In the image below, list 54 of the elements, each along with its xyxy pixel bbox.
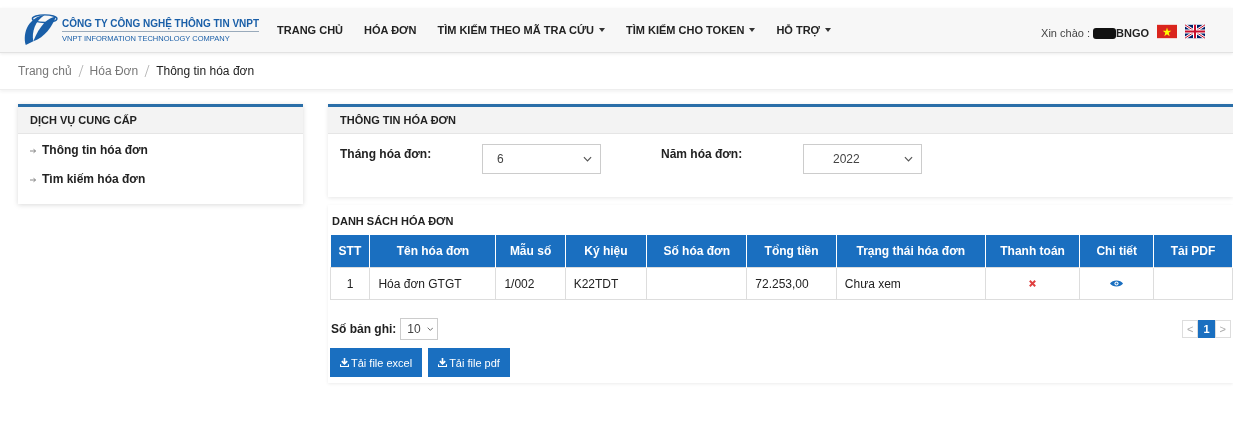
separator-icon — [144, 65, 151, 77]
list-title: DANH SÁCH HÓA ĐƠN — [331, 214, 455, 229]
table-cell: 1 — [330, 267, 370, 300]
page-size-select[interactable]: 10 — [400, 318, 439, 340]
chevron-icon — [583, 156, 592, 162]
user-name: BNGO — [1116, 27, 1149, 39]
table-cell: 1/002 — [495, 267, 566, 300]
download-icon — [438, 358, 448, 367]
page-link[interactable]: 1 — [1198, 320, 1215, 338]
column-header: Trạng thái hóa đơn — [836, 235, 986, 268]
vietnam-flag-icon[interactable] — [1157, 23, 1177, 39]
chevron-icon — [904, 156, 913, 162]
redaction-mark — [1093, 27, 1116, 39]
breadcrumb-link[interactable]: Trang chủ — [18, 64, 72, 78]
uk-flag-icon[interactable] — [1185, 23, 1205, 39]
page-size-label: Số bản ghi: — [331, 322, 397, 336]
eye-icon[interactable] — [1110, 279, 1124, 288]
panel-title: THÔNG TIN HÓA ĐƠN — [328, 107, 1233, 134]
panel-title: DỊCH VỤ CUNG CẤP — [18, 107, 303, 134]
greeting-label: Xin chào : — [1041, 27, 1090, 39]
column-header: Chi tiết — [1079, 235, 1154, 268]
download-button[interactable]: Tải file pdf — [428, 348, 510, 377]
download-icon — [340, 358, 349, 367]
arrow-icon — [30, 177, 37, 183]
sidebar-item[interactable]: Tìm kiếm hóa đơn — [18, 163, 303, 192]
nav-link[interactable]: TÌM KIẾM CHO TOKEN — [626, 24, 756, 36]
field-label: Năm hóa đơn: — [661, 146, 744, 161]
nav-link[interactable]: TÌM KIẾM THEO MÃ TRA CỨU — [437, 24, 606, 36]
nav-link[interactable]: HÓA ĐƠN — [364, 24, 417, 36]
nav-link[interactable]: TRANG CHỦ — [277, 24, 344, 36]
field-label: Tháng hóa đơn: — [340, 146, 433, 161]
breadcrumb-link[interactable]: Hóa Đơn — [89, 64, 139, 78]
month-select[interactable]: 6 — [482, 144, 601, 174]
chevron-icon — [426, 326, 434, 332]
column-header: Ký hiệu — [565, 235, 647, 268]
arrow-icon — [30, 148, 37, 154]
table-cell: K22TDT — [565, 267, 647, 300]
column-header: Tên hóa đơn — [369, 235, 496, 268]
column-header: Tải PDF — [1153, 235, 1233, 268]
column-header: Tổng tiền — [746, 235, 837, 268]
separator-icon — [77, 65, 84, 77]
year-select[interactable]: 2022 — [803, 144, 922, 174]
table-cell: Hóa đơn GTGT — [369, 267, 496, 300]
download-button[interactable]: Tải file excel — [330, 348, 423, 377]
table-cell: 72.253,00 — [746, 267, 837, 300]
column-header: Số hóa đơn — [646, 235, 747, 268]
sidebar-item[interactable]: Thông tin hóa đơn — [18, 134, 303, 163]
company-name: CÔNG TY CÔNG NGHỆ THÔNG TIN VNPT — [62, 17, 260, 32]
nav-link[interactable]: HỖ TRỢ — [776, 24, 831, 36]
breadcrumb-link[interactable]: Thông tin hóa đơn — [156, 64, 255, 78]
column-header: Mẫu số — [495, 235, 566, 268]
column-header: STT — [330, 235, 370, 268]
table-cell: Chưa xem — [836, 267, 986, 300]
column-header: Thanh toán — [985, 235, 1080, 268]
